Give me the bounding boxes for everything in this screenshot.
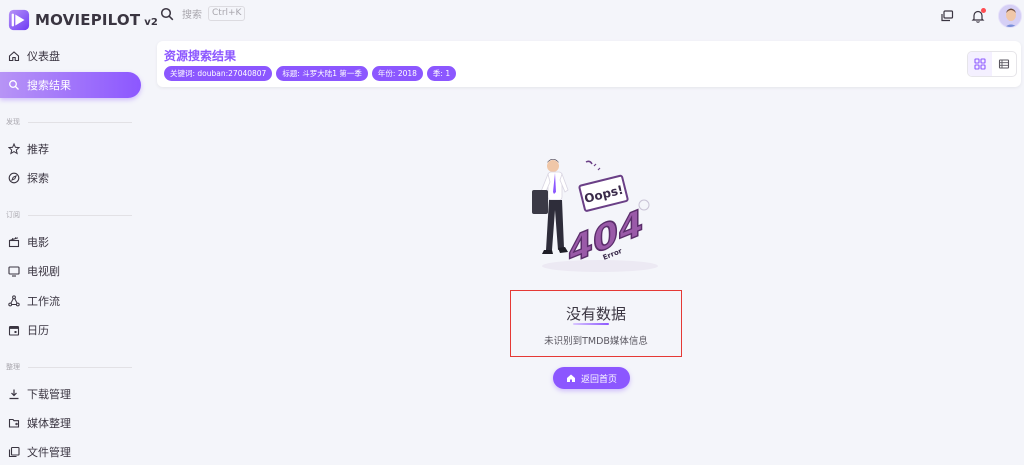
sidebar-item-explore[interactable]: 探索	[0, 165, 141, 191]
sidebar-item-media-organize[interactable]: 媒体整理	[0, 410, 141, 436]
sidebar-item-label: 文件管理	[27, 446, 71, 459]
folder-sync-icon	[8, 417, 20, 429]
empty-state-subtitle: 未识别到TMDB媒体信息	[544, 336, 648, 347]
windows-button[interactable]	[936, 5, 958, 27]
view-toggle	[967, 51, 1017, 77]
home-icon	[8, 50, 20, 62]
chip-title: 标题: 斗罗大陆1 第一季	[276, 66, 368, 81]
app-name: MOVIEPILOT	[35, 11, 141, 29]
sidebar-item-label: 电影	[27, 236, 49, 249]
sidebar-item-label: 工作流	[27, 295, 60, 308]
avatar-image	[999, 5, 1021, 27]
sidebar-item-search-results[interactable]: 搜索结果	[0, 72, 141, 98]
error-404-illustration: Oops! 404 Error	[532, 159, 658, 273]
grid-view-button[interactable]	[968, 52, 992, 76]
calendar-icon	[8, 324, 20, 336]
star-icon	[8, 143, 20, 155]
chip-season: 季: 1	[426, 66, 457, 81]
section-label-discover: 发现	[6, 117, 132, 127]
back-home-label: 返回首页	[580, 374, 617, 385]
home-icon	[566, 374, 575, 382]
sidebar-item-label: 日历	[27, 324, 49, 337]
sidebar-item-calendar[interactable]: 日历	[0, 317, 141, 343]
sidebar-item-label: 搜索结果	[27, 79, 71, 92]
chip-year: 年份: 2018	[371, 66, 423, 81]
sidebar-item-label: 媒体整理	[27, 417, 71, 430]
windows-icon	[941, 10, 954, 22]
chip-keyword: 关键词: douban:27040807	[164, 66, 273, 81]
sidebar-item-recommend[interactable]: 推荐	[0, 136, 141, 162]
workflow-icon	[8, 295, 20, 307]
page-title: 资源搜索结果	[164, 49, 237, 63]
app-logo[interactable]: MOVIEPILOT v2	[8, 6, 158, 34]
sidebar: MOVIEPILOT v2 仪表盘 搜索结果 发现 推荐 探索 订阅 电影 电视…	[0, 0, 158, 465]
files-icon	[8, 446, 20, 458]
download-icon	[8, 388, 20, 400]
notification-badge	[981, 8, 986, 13]
top-actions	[927, 4, 1024, 28]
sidebar-item-label: 下载管理	[27, 388, 71, 401]
sidebar-item-label: 仪表盘	[27, 50, 60, 63]
search-shortcut: Ctrl+K	[208, 6, 246, 21]
empty-state-highlight: 没有数据 未识别到TMDB媒体信息	[510, 290, 682, 357]
sidebar-item-tv[interactable]: 电视剧	[0, 258, 141, 284]
title-underline	[573, 323, 609, 325]
user-avatar[interactable]	[998, 4, 1022, 28]
section-label-organize: 整理	[6, 362, 132, 372]
search-icon	[8, 79, 20, 91]
sidebar-item-file-manager[interactable]: 文件管理	[0, 439, 141, 465]
sidebar-item-workflow[interactable]: 工作流	[0, 288, 141, 314]
notifications-button[interactable]	[967, 5, 989, 27]
sidebar-item-movies[interactable]: 电影	[0, 229, 141, 255]
sidebar-item-label: 探索	[27, 172, 49, 185]
search-trigger[interactable]: 搜索 Ctrl+K	[160, 6, 246, 21]
clapperboard-icon	[8, 236, 20, 248]
search-placeholder: 搜索	[182, 10, 202, 21]
list-view-button[interactable]	[992, 52, 1016, 76]
sidebar-item-dashboard[interactable]: 仪表盘	[0, 43, 141, 69]
grid-icon	[974, 58, 986, 70]
top-bar: 搜索 Ctrl+K	[148, 0, 1024, 30]
sidebar-item-label: 推荐	[27, 143, 49, 156]
back-home-button[interactable]: 返回首页	[553, 367, 630, 389]
sidebar-item-downloads[interactable]: 下载管理	[0, 381, 141, 407]
section-label-subscribe: 订阅	[6, 210, 132, 220]
tv-icon	[8, 265, 20, 277]
sidebar-item-label: 电视剧	[27, 265, 60, 278]
compass-icon	[8, 172, 20, 184]
filter-chips: 关键词: douban:27040807 标题: 斗罗大陆1 第一季 年份: 2…	[164, 66, 460, 81]
empty-state-title: 没有数据	[565, 305, 626, 323]
search-icon	[160, 7, 174, 20]
logo-icon	[8, 9, 30, 31]
list-icon	[998, 59, 1010, 69]
search-results-header: 资源搜索结果 关键词: douban:27040807 标题: 斗罗大陆1 第一…	[157, 41, 1021, 87]
